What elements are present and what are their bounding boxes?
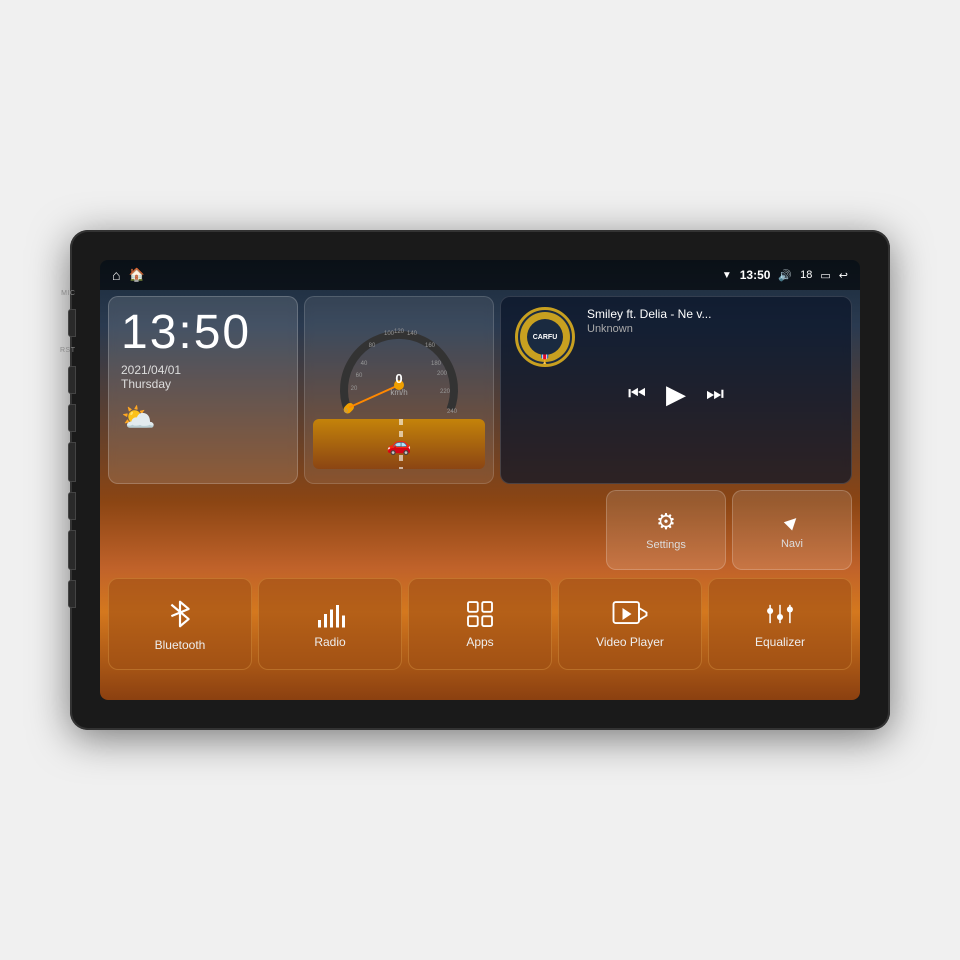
- rst-button[interactable]: [68, 366, 76, 394]
- apps-icon: [465, 599, 495, 629]
- battery-icon: ▭: [820, 269, 830, 282]
- clock-widget: 13:50 2021/04/01 Thursday ⛅: [108, 296, 298, 484]
- home-status-icon[interactable]: ⌂: [112, 267, 120, 283]
- svg-text:0: 0: [395, 371, 402, 386]
- settings-icon: ⚙: [656, 509, 676, 535]
- main-screen: ⌂ 🏠 ▼ 13:50 🔊 18 ▭ ↩ 13:50 2021/04/01: [100, 260, 860, 700]
- svg-text:220: 220: [440, 389, 451, 395]
- vol-down-button[interactable]: [68, 530, 76, 570]
- back-icon[interactable]: ↩: [839, 269, 848, 282]
- equalizer-icon: [764, 599, 796, 629]
- radio-icon: [315, 599, 345, 629]
- music-title: Smiley ft. Delia - Ne v...: [587, 307, 837, 321]
- status-bar: ⌂ 🏠 ▼ 13:50 🔊 18 ▭ ↩: [100, 260, 860, 290]
- svg-text:160: 160: [425, 343, 436, 349]
- next-button[interactable]: ⏭: [706, 383, 724, 406]
- bottom-row: Bluetooth Radio: [100, 570, 860, 680]
- settings-tile[interactable]: ⚙ Settings: [606, 490, 726, 570]
- album-logo: CARFU: [533, 334, 558, 341]
- play-button[interactable]: ▶: [666, 379, 686, 410]
- svg-text:140: 140: [407, 331, 418, 337]
- svg-text:40: 40: [361, 361, 368, 367]
- clock-date: 2021/04/01: [121, 363, 285, 377]
- clock-day: Thursday: [121, 377, 285, 391]
- svg-text:200: 200: [437, 371, 448, 377]
- equalizer-tile[interactable]: Equalizer: [708, 578, 852, 670]
- music-controls: ⏮ ▶ ⏭: [515, 379, 837, 410]
- vol-up-button[interactable]: [68, 580, 76, 608]
- car-stereo-device: MIC RST ⌂ 🏠 ▼ 13:50 🔊 18 ▭ ↩: [70, 230, 890, 730]
- volume-level: 18: [800, 269, 812, 281]
- svg-text:60: 60: [356, 373, 363, 379]
- mic-button[interactable]: [68, 309, 76, 337]
- navi-label: Navi: [781, 538, 803, 550]
- apps-tile[interactable]: Apps: [408, 578, 552, 670]
- music-info: Smiley ft. Delia - Ne v... Unknown: [587, 307, 837, 335]
- wifi-icon: ▼: [722, 270, 732, 281]
- radio-label: Radio: [314, 635, 345, 649]
- svg-text:80: 80: [369, 343, 376, 349]
- speedometer-svg: 0 km/h 0 40 120 180 240 20 60: [324, 305, 474, 415]
- settings-navi-row: ⚙ Settings ▲ Navi: [100, 490, 860, 570]
- widgets-row: 13:50 2021/04/01 Thursday ⛅: [100, 290, 860, 490]
- svg-text:km/h: km/h: [390, 388, 407, 397]
- video-tile[interactable]: Video Player: [558, 578, 702, 670]
- radio-tile[interactable]: Radio: [258, 578, 402, 670]
- rst-label: RST: [60, 347, 76, 354]
- status-time: 13:50: [740, 268, 771, 282]
- svg-text:240: 240: [447, 409, 458, 415]
- maps-status-icon[interactable]: 🏠: [128, 267, 144, 283]
- navi-tile[interactable]: ▲ Navi: [732, 490, 852, 570]
- prev-button[interactable]: ⏮: [628, 383, 646, 406]
- equalizer-label: Equalizer: [755, 635, 805, 649]
- album-art: CARFU 🎖️: [515, 307, 575, 367]
- bluetooth-tile[interactable]: Bluetooth: [108, 578, 252, 670]
- music-top: CARFU 🎖️ Sm: [515, 307, 837, 367]
- volume-icon: 🔊: [778, 269, 792, 282]
- car-icon: 🚗: [387, 432, 412, 457]
- mic-label: MIC: [61, 290, 75, 297]
- side-buttons: MIC RST: [60, 290, 76, 608]
- svg-text:100: 100: [384, 331, 395, 337]
- apps-label: Apps: [466, 635, 493, 649]
- bluetooth-label: Bluetooth: [155, 638, 206, 652]
- svg-text:120: 120: [394, 329, 405, 335]
- navi-icon: ▲: [777, 507, 807, 537]
- settings-label: Settings: [646, 539, 686, 551]
- video-icon: [612, 599, 648, 629]
- video-label: Video Player: [596, 635, 664, 649]
- weather-icon: ⛅: [121, 401, 285, 434]
- music-artist: Unknown: [587, 323, 837, 335]
- car-road: 🚗: [313, 419, 485, 469]
- svg-text:20: 20: [351, 386, 358, 392]
- main-content: 13:50 2021/04/01 Thursday ⛅: [100, 290, 860, 700]
- speedometer-widget: 0 km/h 0 40 120 180 240 20 60: [304, 296, 494, 484]
- svg-text:180: 180: [431, 361, 442, 367]
- screen: ⌂ 🏠 ▼ 13:50 🔊 18 ▭ ↩ 13:50 2021/04/01: [100, 260, 860, 700]
- bluetooth-icon: [165, 596, 195, 632]
- power-button[interactable]: [68, 404, 76, 432]
- back-side-button[interactable]: [68, 492, 76, 520]
- home-side-button[interactable]: [68, 442, 76, 482]
- music-widget: CARFU 🎖️ Sm: [500, 296, 852, 484]
- clock-time: 13:50: [121, 309, 285, 357]
